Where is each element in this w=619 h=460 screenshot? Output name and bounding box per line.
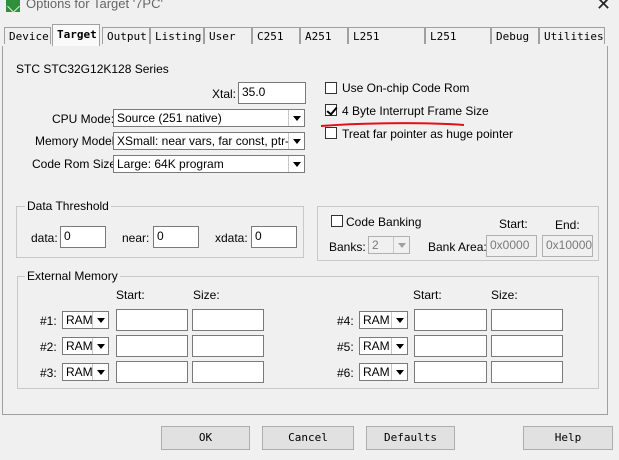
banks-label: Banks: (329, 240, 366, 254)
ext-row-label: #1: (40, 314, 57, 328)
treat-far-checkbox[interactable] (325, 127, 337, 139)
memory-model-select[interactable]: XSmall: near vars, far const, ptr-4 (113, 132, 305, 150)
window-title: Options for Target '7PC' (26, 0, 163, 11)
ext-type-select[interactable]: RAM (359, 311, 408, 329)
ext-type-value: RAM (66, 339, 93, 353)
cancel-button[interactable]: Cancel (262, 426, 354, 450)
code-rom-size-value: Large: 64K program (117, 157, 224, 171)
ext-size-input[interactable] (491, 361, 563, 383)
four-byte-checkbox[interactable] (325, 104, 337, 116)
tab-utilities[interactable]: Utilities (539, 27, 605, 44)
ext-row-label: #4: (337, 314, 354, 328)
use-onchip-label: Use On-chip Code Rom (342, 81, 470, 95)
ext-size-label-left: Size: (193, 288, 220, 302)
ext-size-input[interactable] (192, 335, 264, 357)
chevron-down-icon[interactable] (288, 133, 304, 149)
treat-far-label: Treat far pointer as huge pointer (342, 127, 513, 141)
ext-row-label: #5: (337, 340, 354, 354)
xdata-input[interactable]: 0 (251, 226, 297, 248)
tab-target[interactable]: Target (52, 24, 100, 46)
code-banking-checkbox[interactable] (331, 215, 343, 227)
chevron-down-icon[interactable] (393, 237, 409, 253)
tab-listing[interactable]: Listing (150, 27, 204, 44)
cpu-mode-select[interactable]: Source (251 native) (113, 109, 305, 127)
xtal-input[interactable]: 35.0 (238, 82, 306, 104)
chevron-down-icon[interactable] (288, 110, 304, 126)
code-rom-size-select[interactable]: Large: 64K program (113, 155, 305, 173)
bank-start-label: Start: (499, 217, 528, 231)
ext-size-input[interactable] (491, 335, 563, 357)
chevron-down-icon[interactable] (288, 156, 304, 172)
ext-start-label-right: Start: (413, 288, 442, 302)
data-threshold-title: Data Threshold (25, 199, 111, 213)
banks-value: 2 (372, 238, 379, 252)
tab-output[interactable]: Output (102, 27, 150, 44)
ext-row-label: #6: (337, 366, 354, 380)
four-byte-label: 4 Byte Interrupt Frame Size (342, 104, 489, 118)
ext-type-value: RAM (66, 313, 93, 327)
banks-select[interactable]: 2 (368, 236, 410, 254)
ext-start-label-left: Start: (116, 288, 145, 302)
ext-start-input[interactable] (116, 309, 188, 331)
bank-end-input[interactable]: 0x10000 (542, 235, 593, 257)
memory-model-label: Memory Model: (35, 134, 118, 148)
device-name: STC STC32G12K128 Series (16, 62, 169, 76)
code-banking-label: Code Banking (346, 215, 422, 229)
data-label: data: (31, 231, 58, 245)
ext-row-label: #2: (40, 340, 57, 354)
ext-size-input[interactable] (491, 309, 563, 331)
ext-size-input[interactable] (192, 361, 264, 383)
ext-type-select[interactable]: RAM (359, 363, 408, 381)
chevron-down-icon[interactable] (391, 364, 407, 380)
ext-type-value: RAM (66, 365, 93, 379)
chevron-down-icon[interactable] (391, 338, 407, 354)
chevron-down-icon[interactable] (92, 312, 108, 328)
memory-model-value: XSmall: near vars, far const, ptr-4 (117, 134, 296, 148)
ext-type-value: RAM (363, 365, 390, 379)
code-rom-size-label: Code Rom Size: (32, 157, 120, 171)
ext-start-input[interactable] (414, 361, 487, 383)
cpu-mode-label: CPU Mode: (52, 112, 115, 126)
near-label: near: (122, 231, 150, 245)
ext-start-input[interactable] (116, 335, 188, 357)
ext-size-input[interactable] (192, 309, 264, 331)
use-onchip-checkbox[interactable] (325, 82, 337, 94)
chevron-down-icon[interactable] (92, 364, 108, 380)
defaults-button[interactable]: Defaults (366, 426, 455, 450)
ext-row-label: #3: (40, 366, 57, 380)
external-memory-title: External Memory (25, 269, 120, 283)
xtal-label: Xtal: (212, 87, 237, 101)
ext-type-select[interactable]: RAM (62, 363, 109, 381)
chevron-down-icon[interactable] (92, 338, 108, 354)
cpu-mode-value: Source (251 native) (117, 111, 222, 125)
bank-end-label: End: (555, 218, 580, 232)
ext-start-input[interactable] (414, 309, 487, 331)
ext-type-value: RAM (363, 339, 390, 353)
ext-type-select[interactable]: RAM (62, 311, 109, 329)
ext-type-value: RAM (363, 313, 390, 327)
ext-type-select[interactable]: RAM (359, 337, 408, 355)
ext-start-input[interactable] (414, 335, 487, 357)
help-button[interactable]: Help (523, 426, 613, 450)
close-icon[interactable]: ✕ (596, 0, 611, 15)
bank-start-input[interactable]: 0x0000 (486, 235, 537, 257)
data-input[interactable]: 0 (60, 226, 106, 248)
near-input[interactable]: 0 (153, 226, 199, 248)
tab-c251[interactable]: C251 (252, 27, 300, 44)
tab-a251[interactable]: A251 (300, 27, 348, 44)
xdata-label: xdata: (215, 231, 248, 245)
tab-l251-misc[interactable]: L251 Misc (425, 27, 491, 60)
ext-size-label-right: Size: (491, 288, 518, 302)
tab-debug[interactable]: Debug (491, 27, 539, 44)
tab-l251-locate[interactable]: L251 Locate (348, 27, 425, 60)
tab-device[interactable]: Device (4, 27, 51, 44)
bank-area-label: Bank Area: (428, 240, 487, 254)
ext-start-input[interactable] (116, 361, 188, 383)
tab-user[interactable]: User (204, 27, 252, 44)
chevron-down-icon[interactable] (391, 312, 407, 328)
app-icon (6, 0, 20, 12)
ext-type-select[interactable]: RAM (62, 337, 109, 355)
ok-button[interactable]: OK (161, 426, 250, 450)
